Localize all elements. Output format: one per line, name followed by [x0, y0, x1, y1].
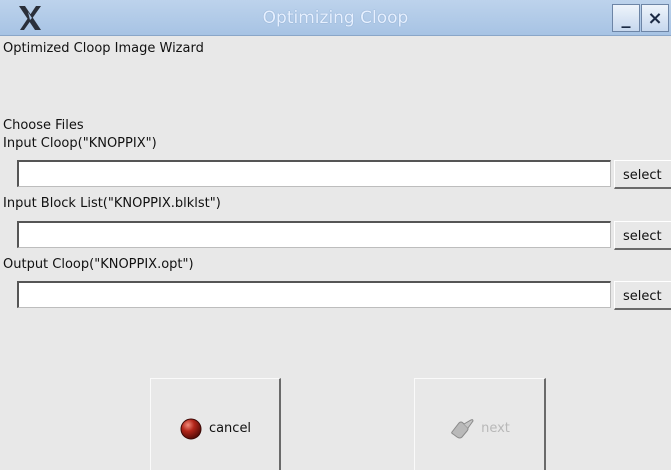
- input-block-list-select-button[interactable]: select: [614, 221, 671, 250]
- input-cloop-field[interactable]: [17, 160, 611, 187]
- cancel-label: cancel: [208, 421, 252, 436]
- input-block-list-label: Input Block List("KNOPPIX.blklst"): [3, 196, 221, 211]
- wizard-heading: Optimized Cloop Image Wizard: [3, 41, 204, 56]
- minimize-button[interactable]: _: [612, 4, 640, 32]
- output-cloop-label: Output Cloop("KNOPPIX.opt"): [3, 257, 194, 272]
- output-cloop-select-button[interactable]: select: [614, 281, 671, 310]
- close-button[interactable]: ×: [641, 4, 669, 32]
- hand-pointer-icon: [451, 418, 474, 438]
- section-label: Choose Files: [3, 118, 84, 133]
- input-cloop-label: Input Cloop("KNOPPIX"): [3, 136, 157, 151]
- next-label: next: [481, 421, 510, 436]
- red-ball-icon: [180, 418, 202, 439]
- cancel-button[interactable]: cancel: [150, 378, 281, 470]
- input-block-list-field[interactable]: [17, 221, 611, 248]
- input-cloop-select-button[interactable]: select: [614, 160, 671, 189]
- next-button[interactable]: next: [414, 378, 546, 470]
- title-bar[interactable]: Optimizing Cloop _ ×: [0, 0, 671, 36]
- output-cloop-field[interactable]: [17, 281, 611, 308]
- window-title: Optimizing Cloop: [262, 8, 409, 28]
